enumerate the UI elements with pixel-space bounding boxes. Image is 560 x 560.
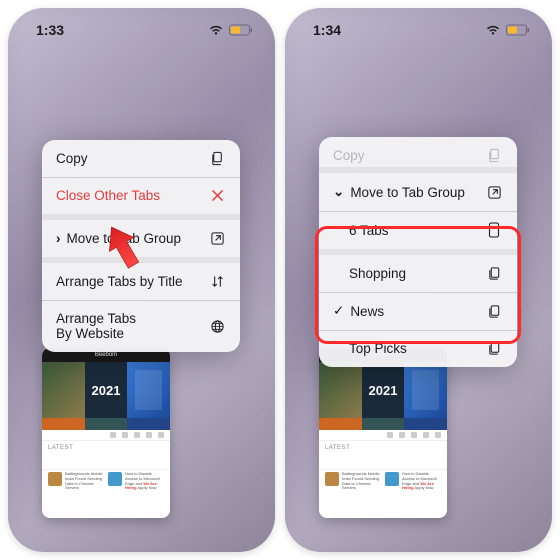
thumbnail-items: Battlegrounds Mobile India Found Sending…	[42, 470, 170, 493]
status-time: 1:33	[36, 22, 64, 38]
checkmark-icon: ✓	[333, 303, 344, 319]
wifi-icon	[485, 24, 501, 36]
menu-item-move-to-tab-group[interactable]: › Move to Tab Group	[42, 220, 240, 257]
thumbnail-body: LATEST	[42, 430, 170, 470]
menu-label: Copy	[56, 151, 208, 166]
menu-item-six-tabs[interactable]: 6 Tabs	[319, 211, 517, 249]
menu-label: ✓ News	[333, 303, 485, 319]
copy-icon	[208, 151, 226, 166]
phone-left: 1:33 Copy Close Other Tabs ›	[8, 8, 275, 552]
status-indicators	[208, 24, 253, 36]
status-indicators	[485, 24, 530, 36]
sort-icon	[208, 274, 226, 289]
menu-item-move-to-tab-group[interactable]: ⌄ Move to Tab Group	[319, 173, 517, 211]
menu-item-copy[interactable]: Copy	[319, 137, 517, 167]
thumbnail-hero: 2021	[42, 362, 170, 418]
battery-icon	[229, 24, 253, 36]
thumbnail-badges	[319, 418, 447, 430]
copy-icon	[485, 304, 503, 319]
status-bar: 1:33	[8, 8, 275, 52]
menu-label: Copy	[333, 148, 485, 163]
menu-item-close-other-tabs[interactable]: Close Other Tabs	[42, 177, 240, 214]
copy-icon	[485, 266, 503, 281]
battery-icon	[506, 24, 530, 36]
thumbnail-body: LATEST	[319, 430, 447, 470]
menu-item-group-top-picks[interactable]: Top Picks	[319, 330, 517, 367]
tab-group-icon	[208, 231, 226, 246]
close-icon	[208, 189, 226, 202]
globe-icon	[208, 319, 226, 334]
menu-item-copy[interactable]: Copy	[42, 140, 240, 177]
menu-label: Top Picks	[333, 341, 485, 356]
status-bar: 1:34	[285, 8, 552, 52]
tab-group-icon	[485, 185, 503, 200]
menu-label: › Move to Tab Group	[56, 231, 208, 246]
tab-thumbnail[interactable]: Beebom 2021 LATEST Battlegrounds Mobile …	[319, 348, 447, 518]
menu-item-arrange-by-title[interactable]: Arrange Tabs by Title	[42, 263, 240, 300]
menu-item-arrange-by-website[interactable]: Arrange Tabs By Website	[42, 300, 240, 352]
menu-label: 6 Tabs	[333, 223, 485, 238]
phone-right: 1:34 Copy ⌄ Move to Tab Group	[285, 8, 552, 552]
chevron-down-icon: ⌄	[333, 184, 344, 200]
menu-item-group-shopping[interactable]: Shopping	[319, 255, 517, 292]
wifi-icon	[208, 24, 224, 36]
menu-label: Shopping	[333, 266, 485, 281]
menu-item-group-news[interactable]: ✓ News	[319, 292, 517, 330]
status-time: 1:34	[313, 22, 341, 38]
context-menu: Copy ⌄ Move to Tab Group 6 Tabs Shopping	[319, 137, 517, 367]
menu-label: Arrange Tabs by Title	[56, 274, 208, 289]
copy-icon	[485, 341, 503, 356]
tab-thumbnail[interactable]: Beebom 2021 LATEST Battlegrounds Mobile …	[42, 348, 170, 518]
menu-label: Close Other Tabs	[56, 188, 208, 203]
thumbnail-items: Battlegrounds Mobile India Found Sending…	[319, 470, 447, 493]
menu-label: ⌄ Move to Tab Group	[333, 184, 485, 200]
context-menu: Copy Close Other Tabs › Move to Tab Grou…	[42, 140, 240, 352]
copy-icon	[485, 148, 503, 163]
chevron-right-icon: ›	[56, 231, 61, 246]
device-icon	[485, 222, 503, 238]
thumbnail-hero: 2021	[319, 362, 447, 418]
menu-label: Arrange Tabs By Website	[56, 311, 208, 341]
thumbnail-badges	[42, 418, 170, 430]
